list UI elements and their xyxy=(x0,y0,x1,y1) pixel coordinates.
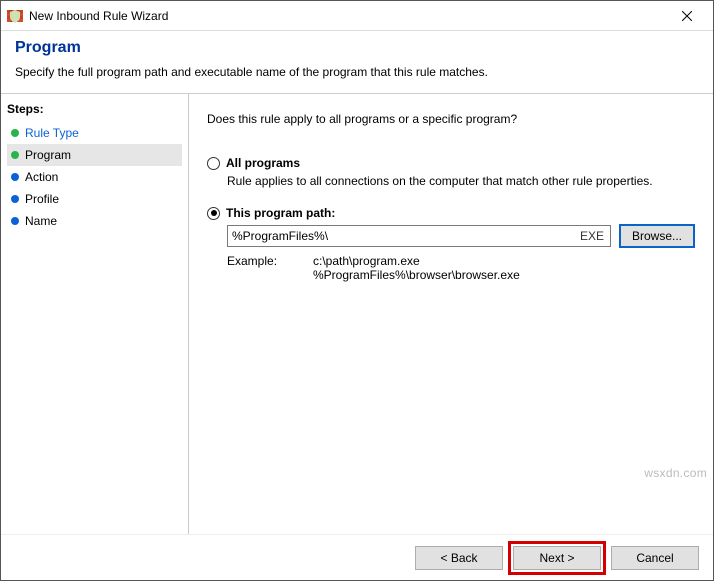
all-programs-desc: Rule applies to all connections on the c… xyxy=(227,174,695,188)
radio-label: All programs xyxy=(226,156,300,170)
example-line: %ProgramFiles%\browser\browser.exe xyxy=(313,268,520,282)
example-line: c:\path\program.exe xyxy=(313,254,520,268)
step-label: Action xyxy=(25,170,58,184)
step-action[interactable]: Action xyxy=(7,166,182,188)
step-label: Program xyxy=(25,148,71,162)
step-label: Profile xyxy=(25,192,59,206)
close-icon xyxy=(682,11,692,21)
radio-label: This program path: xyxy=(226,206,335,220)
wizard-window: New Inbound Rule Wizard Program Specify … xyxy=(0,0,714,581)
program-path-row: %ProgramFiles%\ EXE Browse... xyxy=(227,224,695,248)
window-title: New Inbound Rule Wizard xyxy=(29,9,667,23)
back-button[interactable]: < Back xyxy=(415,546,503,570)
cancel-button[interactable]: Cancel xyxy=(611,546,699,570)
radio-this-program-path[interactable]: This program path: xyxy=(207,206,695,220)
page-subtitle: Specify the full program path and execut… xyxy=(15,65,699,79)
step-program[interactable]: Program xyxy=(7,144,182,166)
titlebar: New Inbound Rule Wizard xyxy=(1,1,713,31)
browse-button[interactable]: Browse... xyxy=(619,224,695,248)
steps-sidebar: Steps: Rule Type Program Action Profile … xyxy=(1,94,189,534)
example-values: c:\path\program.exe %ProgramFiles%\brows… xyxy=(313,254,520,282)
radio-all-programs[interactable]: All programs xyxy=(207,156,695,170)
header: Program Specify the full program path an… xyxy=(1,31,713,94)
program-path-ext: EXE xyxy=(574,229,610,243)
bullet-icon xyxy=(11,217,19,225)
step-label: Rule Type xyxy=(25,126,79,140)
steps-heading: Steps: xyxy=(7,102,182,116)
page-title: Program xyxy=(15,39,699,57)
question-text: Does this rule apply to all programs or … xyxy=(207,112,695,126)
radio-icon xyxy=(207,157,220,170)
program-path-value: %ProgramFiles%\ xyxy=(228,229,574,243)
bullet-icon xyxy=(11,151,19,159)
bullet-icon xyxy=(11,173,19,181)
program-path-input[interactable]: %ProgramFiles%\ EXE xyxy=(227,225,611,247)
main-panel: Does this rule apply to all programs or … xyxy=(189,94,713,534)
close-button[interactable] xyxy=(667,2,707,30)
content-body: Steps: Rule Type Program Action Profile … xyxy=(1,94,713,534)
step-rule-type[interactable]: Rule Type xyxy=(7,122,182,144)
step-label: Name xyxy=(25,214,57,228)
example-block: Example: c:\path\program.exe %ProgramFil… xyxy=(227,254,695,282)
example-label: Example: xyxy=(227,254,283,282)
bullet-icon xyxy=(11,195,19,203)
step-name[interactable]: Name xyxy=(7,210,182,232)
bullet-icon xyxy=(11,129,19,137)
watermark: wsxdn.com xyxy=(644,466,707,480)
footer: < Back Next > Cancel xyxy=(1,534,713,580)
firewall-icon xyxy=(7,8,23,24)
radio-icon xyxy=(207,207,220,220)
next-button[interactable]: Next > xyxy=(513,546,601,570)
step-profile[interactable]: Profile xyxy=(7,188,182,210)
